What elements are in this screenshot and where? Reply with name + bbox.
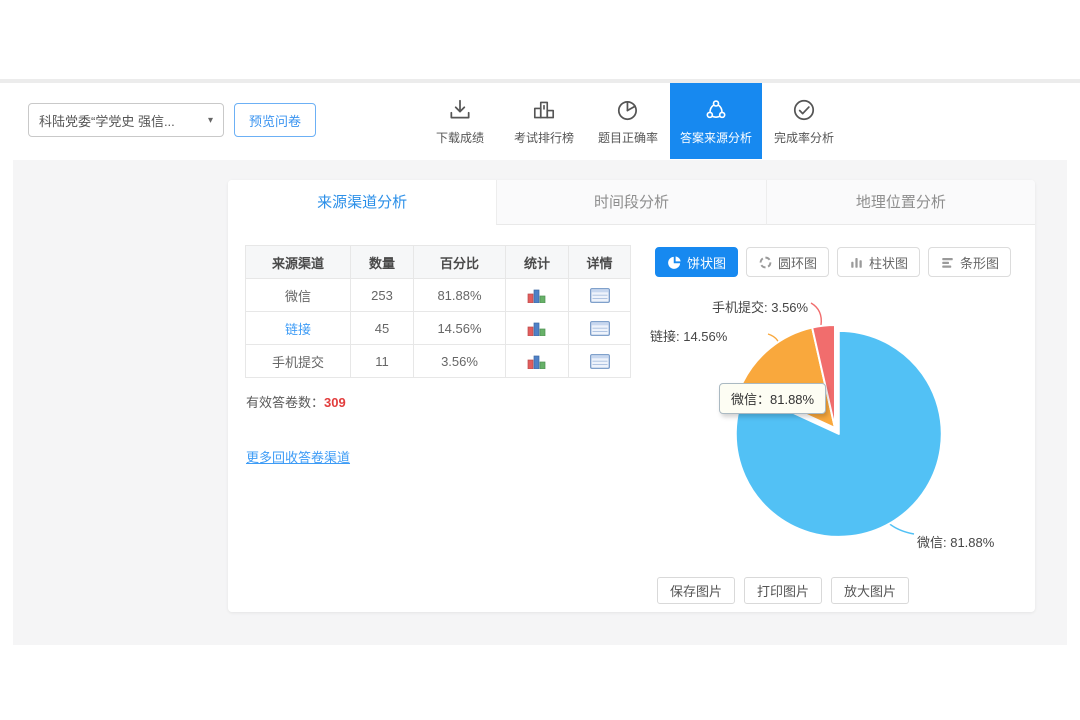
- percent-cell: 3.56%: [414, 345, 506, 378]
- col-header-stats: 统计: [506, 246, 569, 279]
- nav-item-completion-rate[interactable]: 完成率分析: [762, 83, 846, 159]
- check-circle-icon: [791, 97, 817, 123]
- bar-stats-icon[interactable]: [527, 320, 547, 336]
- tab-time-period[interactable]: 时间段分析: [496, 180, 765, 225]
- channel-link[interactable]: 链接: [285, 322, 311, 337]
- table-row: 手机提交 11 3.56%: [246, 345, 631, 378]
- detail-table-icon[interactable]: [590, 288, 610, 303]
- print-image-button[interactable]: 打印图片: [744, 577, 822, 604]
- channel-cell: 微信: [246, 279, 351, 312]
- table-row: 链接 45 14.56%: [246, 312, 631, 345]
- ranking-icon: [531, 97, 557, 123]
- valid-answers-label: 有效答卷数：: [246, 395, 324, 410]
- enlarge-image-button[interactable]: 放大图片: [831, 577, 909, 604]
- pie-tooltip: 微信：81.88%: [719, 383, 826, 414]
- detail-table-icon[interactable]: [590, 321, 610, 336]
- bar-stats-icon[interactable]: [527, 353, 547, 369]
- table-row: 微信 253 81.88%: [246, 279, 631, 312]
- header-bar: 科陆党委“学党史 强信... ▾ 预览问卷 下载成绩 考试排行榜: [0, 83, 1080, 159]
- nav-label: 完成率分析: [774, 129, 834, 146]
- valid-answers-summary: 有效答卷数：309: [246, 392, 346, 411]
- valid-answers-count: 309: [324, 395, 346, 410]
- count-cell: 11: [351, 345, 414, 378]
- percent-cell: 81.88%: [414, 279, 506, 312]
- nav-label: 题目正确率: [598, 129, 658, 146]
- share-icon: [703, 97, 729, 123]
- tab-geo-location[interactable]: 地理位置分析: [766, 180, 1035, 225]
- col-header-detail: 详情: [569, 246, 631, 279]
- nav-label: 答案来源分析: [680, 129, 752, 146]
- analysis-tabs: 来源渠道分析 时间段分析 地理位置分析: [228, 180, 1035, 225]
- nav-item-exam-ranking[interactable]: 考试排行榜: [502, 83, 586, 159]
- detail-table-icon[interactable]: [590, 354, 610, 369]
- tab-source-channel[interactable]: 来源渠道分析: [228, 180, 496, 225]
- pie-label-link: 链接: 14.56%: [650, 326, 727, 345]
- survey-dropdown-value: 科陆党委“学党史 强信...: [39, 111, 202, 130]
- col-header-channel: 来源渠道: [246, 246, 351, 279]
- image-action-buttons: 保存图片 打印图片 放大图片: [657, 577, 909, 604]
- survey-analytics-screen: 科陆党委“学党史 强信... ▾ 预览问卷 下载成绩 考试排行榜: [0, 0, 1080, 720]
- channel-cell: 手机提交: [246, 345, 351, 378]
- nav-label: 考试排行榜: [514, 129, 574, 146]
- source-channel-table: 来源渠道 数量 百分比 统计 详情 微信 253 81.88% 链接 45 14…: [245, 245, 631, 378]
- download-icon: [447, 97, 473, 123]
- pie-icon: [615, 97, 641, 123]
- pie-label-phone: 手机提交: 3.56%: [712, 297, 808, 316]
- count-cell: 45: [351, 312, 414, 345]
- nav-item-answer-source-analysis[interactable]: 答案来源分析: [670, 83, 762, 159]
- col-header-count: 数量: [351, 246, 414, 279]
- save-image-button[interactable]: 保存图片: [657, 577, 735, 604]
- percent-cell: 14.56%: [414, 312, 506, 345]
- nav-label: 下载成绩: [436, 129, 484, 146]
- more-channels-link[interactable]: 更多回收答卷渠道: [246, 447, 350, 466]
- chevron-down-icon: ▾: [208, 115, 213, 126]
- analysis-nav: 下载成绩 考试排行榜 题目正确率 答案来源分析: [418, 83, 846, 159]
- pie-label-wechat: 微信: 81.88%: [917, 532, 994, 551]
- table-header-row: 来源渠道 数量 百分比 统计 详情: [246, 246, 631, 279]
- preview-survey-button[interactable]: 预览问卷: [234, 103, 316, 137]
- bar-stats-icon[interactable]: [527, 287, 547, 303]
- leader-line-phone: [811, 303, 821, 325]
- nav-item-download-scores[interactable]: 下载成绩: [418, 83, 502, 159]
- survey-dropdown[interactable]: 科陆党委“学党史 强信... ▾: [28, 103, 224, 137]
- col-header-percent: 百分比: [414, 246, 506, 279]
- nav-item-question-accuracy[interactable]: 题目正确率: [586, 83, 670, 159]
- count-cell: 253: [351, 279, 414, 312]
